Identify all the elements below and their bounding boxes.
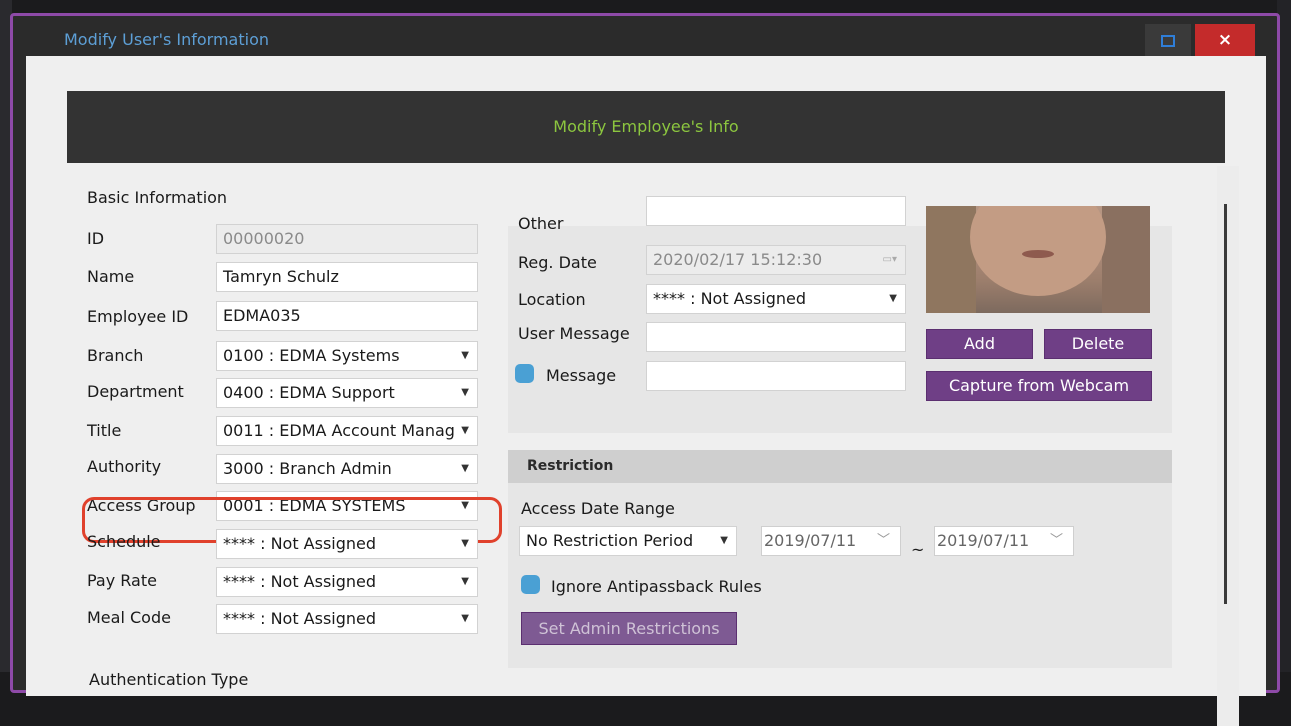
modify-user-dialog: Modify User's Information × Modify Emplo… bbox=[10, 13, 1280, 726]
employee-photo bbox=[926, 206, 1150, 313]
other-label: Other bbox=[518, 214, 564, 233]
authentication-type-label: Authentication Type bbox=[89, 670, 249, 689]
ignore-antipassback-label: Ignore Antipassback Rules bbox=[551, 577, 762, 596]
restriction-period-select[interactable]: No Restriction Period ▼ bbox=[519, 526, 737, 556]
department-value: 0400 : EDMA Support bbox=[223, 383, 395, 402]
branch-value: 0100 : EDMA Systems bbox=[223, 346, 400, 365]
branch-select[interactable]: 0100 : EDMA Systems ▼ bbox=[216, 341, 478, 371]
dropdown-arrow-icon: ▼ bbox=[461, 425, 469, 436]
chevron-down-icon: ﹀ bbox=[876, 533, 890, 548]
scrollbar-thumb[interactable] bbox=[1224, 204, 1227, 604]
dialog-body: Modify Employee's Info Basic Information… bbox=[26, 56, 1266, 726]
title-bar[interactable]: Modify User's Information × bbox=[13, 16, 1277, 56]
authority-label: Authority bbox=[87, 457, 162, 476]
dropdown-arrow-icon: ▼ bbox=[889, 293, 897, 304]
authority-select[interactable]: 3000 : Branch Admin ▼ bbox=[216, 454, 478, 484]
location-value: **** : Not Assigned bbox=[653, 289, 807, 308]
close-button[interactable]: × bbox=[1195, 24, 1255, 56]
id-label: ID bbox=[87, 229, 105, 248]
dropdown-arrow-icon: ▼ bbox=[461, 387, 469, 398]
reg-date-field: 2020/02/17 15:12:30 ▭▾ bbox=[646, 245, 906, 275]
schedule-label: Schedule bbox=[87, 532, 161, 551]
ignore-antipassback-checkbox[interactable] bbox=[521, 575, 540, 594]
access-date-to-value: 2019/07/11 bbox=[937, 531, 1030, 550]
authority-value: 3000 : Branch Admin bbox=[223, 459, 392, 478]
title-label: Title bbox=[87, 421, 122, 440]
window-title: Modify User's Information bbox=[64, 30, 270, 49]
message-label: Message bbox=[546, 366, 617, 385]
message-field[interactable] bbox=[646, 361, 906, 391]
maximize-button[interactable] bbox=[1145, 24, 1191, 56]
set-admin-restrictions-button[interactable]: Set Admin Restrictions bbox=[521, 612, 737, 645]
title-select[interactable]: 0011 : EDMA Account Manag ▼ bbox=[216, 416, 478, 446]
other-field[interactable] bbox=[646, 196, 906, 226]
access-date-range-label: Access Date Range bbox=[521, 499, 675, 518]
reg-date-value: 2020/02/17 15:12:30 bbox=[653, 250, 823, 269]
department-select[interactable]: 0400 : EDMA Support ▼ bbox=[216, 378, 478, 408]
meal-code-select[interactable]: **** : Not Assigned ▼ bbox=[216, 604, 478, 634]
user-message-label: User Message bbox=[518, 324, 630, 343]
access-date-to[interactable]: 2019/07/11 ﹀ bbox=[934, 526, 1074, 556]
name-field[interactable]: Tamryn Schulz bbox=[216, 262, 478, 292]
meal-code-value: **** : Not Assigned bbox=[223, 609, 377, 628]
vertical-scrollbar[interactable] bbox=[1217, 166, 1239, 726]
date-range-separator: ~ bbox=[911, 540, 925, 559]
id-field: 00000020 bbox=[216, 224, 478, 254]
capture-webcam-button[interactable]: Capture from Webcam bbox=[926, 371, 1152, 401]
dropdown-arrow-icon: ▼ bbox=[461, 613, 469, 624]
dropdown-arrow-icon: ▼ bbox=[720, 535, 728, 546]
reg-date-label: Reg. Date bbox=[518, 253, 597, 272]
photo-hair-right bbox=[1102, 206, 1150, 313]
access-date-from-value: 2019/07/11 bbox=[764, 531, 857, 550]
dropdown-arrow-icon: ▼ bbox=[461, 350, 469, 361]
dropdown-arrow-icon: ▼ bbox=[461, 463, 469, 474]
schedule-value: **** : Not Assigned bbox=[223, 534, 377, 553]
schedule-select[interactable]: **** : Not Assigned ▼ bbox=[216, 529, 478, 559]
dropdown-arrow-icon: ▼ bbox=[461, 538, 469, 549]
restriction-heading: Restriction bbox=[508, 450, 1172, 483]
photo-hair-left bbox=[926, 206, 976, 313]
user-message-field[interactable] bbox=[646, 322, 906, 352]
employee-id-label: Employee ID bbox=[87, 307, 189, 326]
pay-rate-label: Pay Rate bbox=[87, 571, 157, 590]
pay-rate-select[interactable]: **** : Not Assigned ▼ bbox=[216, 567, 478, 597]
maximize-icon bbox=[1161, 35, 1175, 47]
access-date-from[interactable]: 2019/07/11 ﹀ bbox=[761, 526, 901, 556]
dropdown-arrow-icon: ▼ bbox=[461, 576, 469, 587]
basic-information-label: Basic Information bbox=[87, 188, 228, 207]
calendar-icon: ▭▾ bbox=[882, 254, 897, 265]
chevron-down-icon: ﹀ bbox=[1049, 533, 1063, 548]
message-checkbox[interactable] bbox=[515, 364, 534, 383]
pay-rate-value: **** : Not Assigned bbox=[223, 572, 377, 591]
page-header: Modify Employee's Info bbox=[67, 91, 1225, 163]
photo-mouth bbox=[1022, 250, 1054, 258]
title-value: 0011 : EDMA Account Manag bbox=[223, 421, 455, 440]
delete-photo-button[interactable]: Delete bbox=[1044, 329, 1152, 359]
location-label: Location bbox=[518, 290, 586, 309]
name-label: Name bbox=[87, 267, 135, 286]
branch-label: Branch bbox=[87, 346, 144, 365]
department-label: Department bbox=[87, 382, 184, 401]
location-select[interactable]: **** : Not Assigned ▼ bbox=[646, 284, 906, 314]
employee-id-field[interactable]: EDMA035 bbox=[216, 301, 478, 331]
meal-code-label: Meal Code bbox=[87, 608, 171, 627]
add-photo-button[interactable]: Add bbox=[926, 329, 1033, 359]
restriction-period-value: No Restriction Period bbox=[526, 531, 694, 550]
